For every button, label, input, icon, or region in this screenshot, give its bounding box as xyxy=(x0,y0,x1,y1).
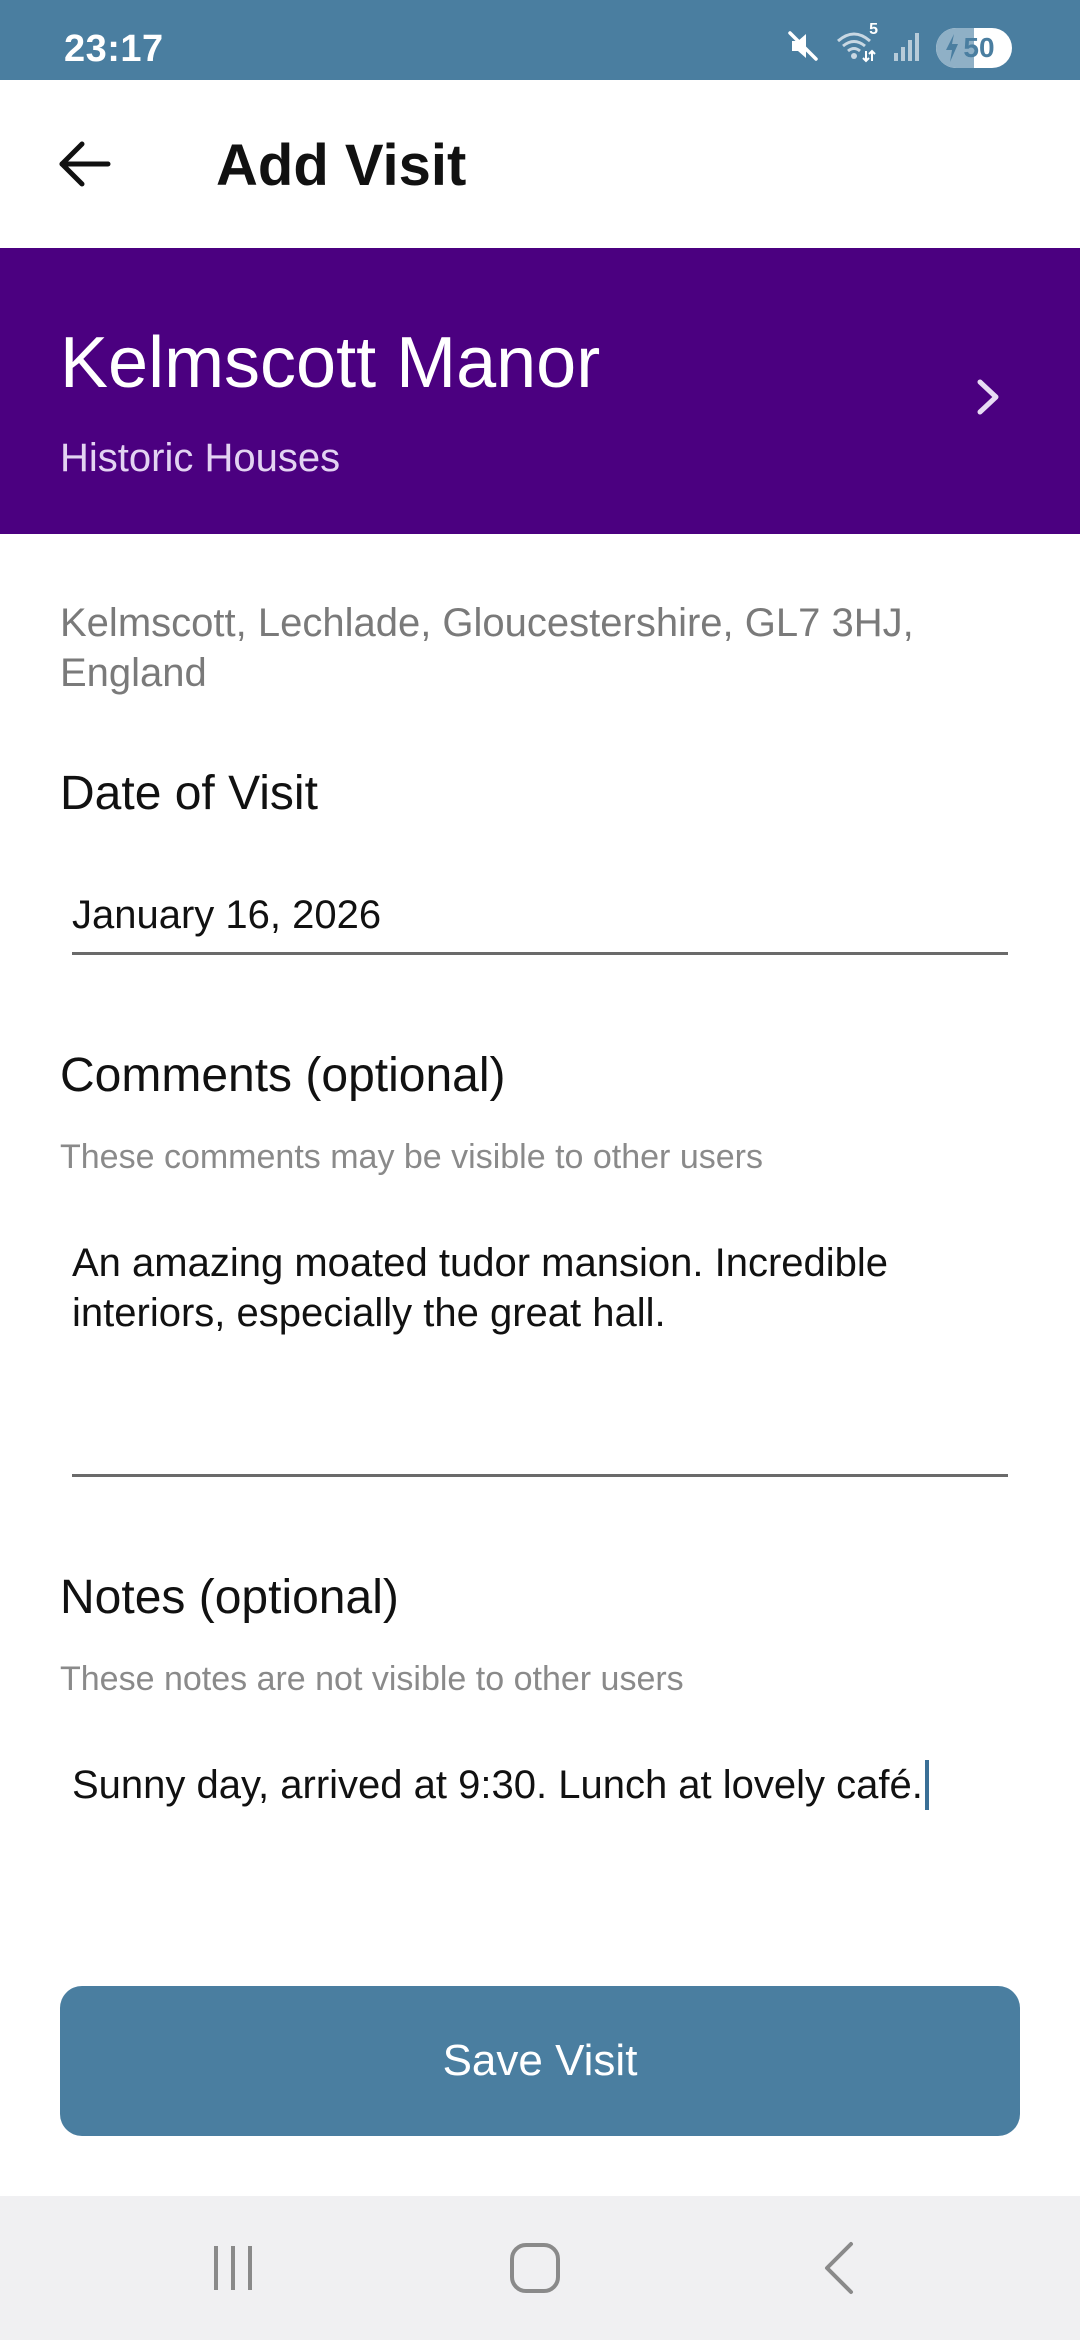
notes-help: These notes are not visible to other use… xyxy=(60,1660,684,1698)
status-time: 23:17 xyxy=(64,28,164,70)
comments-help: These comments may be visible to other u… xyxy=(60,1138,763,1176)
wifi-badge: 5 xyxy=(869,20,878,38)
app-bar: Add Visit xyxy=(0,80,1080,248)
date-label: Date of Visit xyxy=(60,767,318,820)
back-button[interactable] xyxy=(40,120,128,208)
recents-button[interactable] xyxy=(188,2232,278,2304)
page-title: Add Visit xyxy=(216,133,467,198)
mute-icon xyxy=(786,29,820,68)
comments-field-underline xyxy=(72,1474,1008,1477)
comments-label: Comments (optional) xyxy=(60,1049,506,1102)
signal-icon xyxy=(892,29,922,68)
chevron-right-icon xyxy=(977,379,999,415)
notes-field-text: Sunny day, arrived at 9:30. Lunch at lov… xyxy=(72,1763,923,1807)
status-bar: 23:17 5 50 xyxy=(0,0,1080,80)
home-icon xyxy=(510,2243,560,2293)
place-address: Kelmscott, Lechlade, Gloucestershire, GL… xyxy=(60,601,914,695)
comments-field[interactable]: An amazing moated tudor mansion. Incredi… xyxy=(72,1238,1008,1458)
home-button[interactable] xyxy=(490,2232,580,2304)
recents-icon xyxy=(214,2246,252,2290)
battery-level: 50 xyxy=(963,32,995,63)
text-caret xyxy=(924,1760,929,1810)
arrow-left-icon xyxy=(59,141,111,187)
nav-back-icon xyxy=(825,2242,853,2294)
place-name: Kelmscott Manor xyxy=(60,323,601,403)
nav-back-button[interactable] xyxy=(794,2232,884,2304)
save-visit-label: Save Visit xyxy=(442,2036,638,2085)
place-category: Historic Houses xyxy=(60,436,341,480)
status-icons: 5 50 xyxy=(786,21,1012,72)
wifi-icon: 5 xyxy=(834,21,878,68)
notes-label: Notes (optional) xyxy=(60,1571,399,1624)
place-header[interactable]: Kelmscott Manor Historic Houses xyxy=(0,248,1080,534)
battery-charging-icon: 50 xyxy=(936,28,1012,68)
notes-field[interactable]: Sunny day, arrived at 9:30. Lunch at lov… xyxy=(72,1760,1008,1810)
date-field[interactable]: January 16, 2026 xyxy=(72,890,1008,940)
date-field-underline xyxy=(72,952,1008,955)
system-nav-bar xyxy=(0,2196,1080,2340)
save-visit-button[interactable]: Save Visit xyxy=(60,1986,1020,2136)
